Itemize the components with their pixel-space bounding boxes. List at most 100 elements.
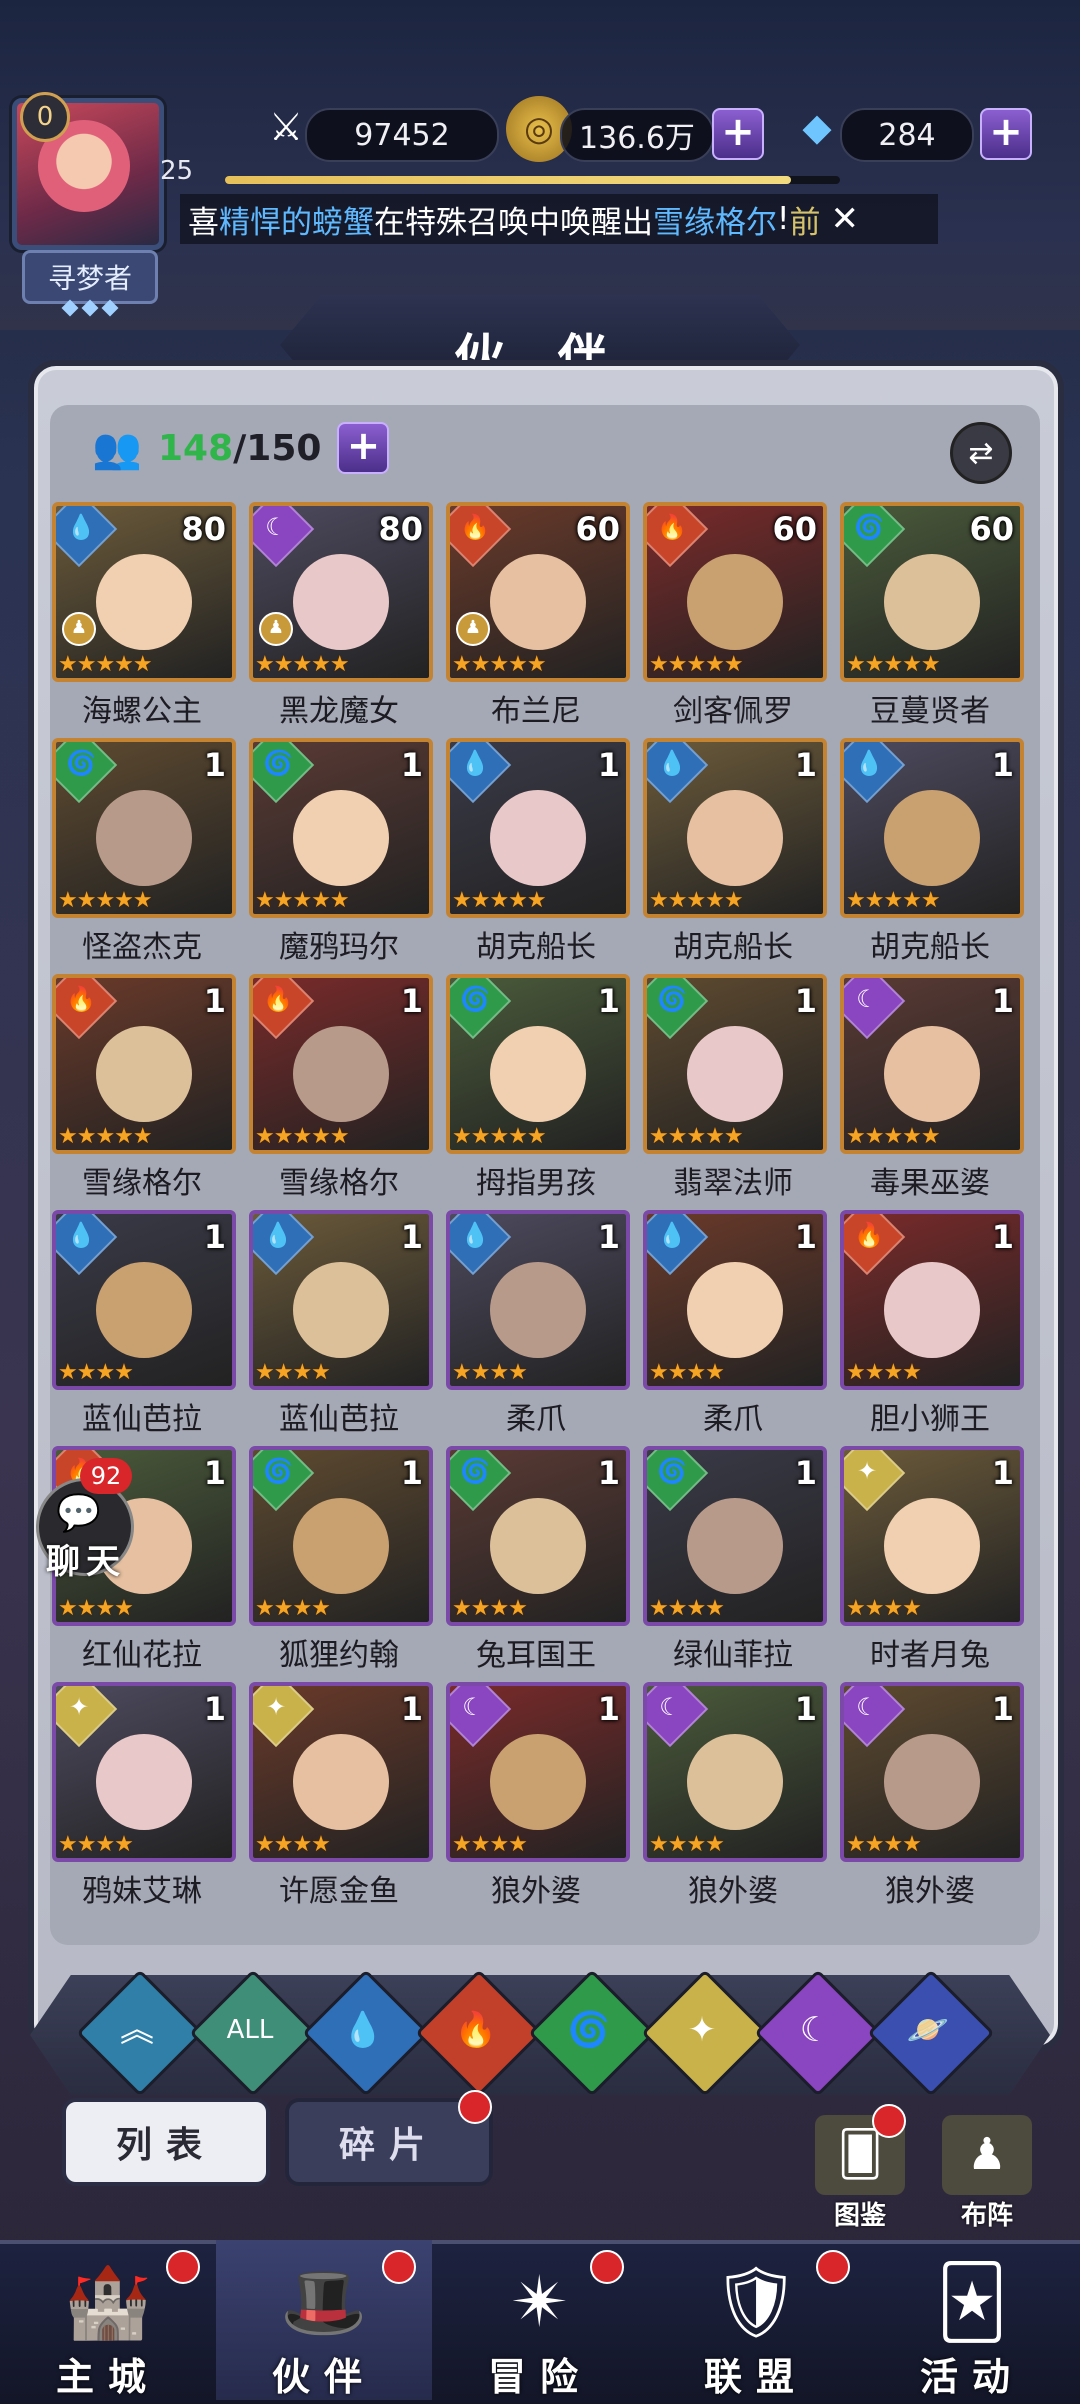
partner-stars: ★★★★ — [846, 1360, 922, 1385]
partners-red-dot — [382, 2250, 416, 2284]
player-title[interactable]: 寻梦者 — [22, 250, 158, 304]
partner-portrait: 💧 1 ★★★★ — [249, 1210, 433, 1390]
partner-portrait: 🌀 1 ★★★★ — [643, 1446, 827, 1626]
partner-portrait: 🌀 1 ★★★★★ — [52, 738, 236, 918]
partner-level: 1 — [794, 1218, 817, 1256]
partner-card[interactable]: ☾ 1 ★★★★ 狼外婆 — [643, 1682, 827, 1918]
partner-card[interactable]: 🌀 1 ★★★★★ 怪盗杰克 — [52, 738, 236, 974]
partner-stars: ★★★★★ — [255, 888, 350, 913]
partner-card[interactable]: ✦ 1 ★★★★ 时者月兔 — [840, 1446, 1024, 1682]
partner-card[interactable]: 🔥 1 ★★★★★ 雪缘格尔 — [52, 974, 236, 1210]
partner-card[interactable]: 💧 80 ♟ ★★★★★ 海螺公主 — [52, 502, 236, 738]
partner-card[interactable]: 🔥 60 ★★★★★ 剑客佩罗 — [643, 502, 827, 738]
partner-portrait: 🌀 60 ★★★★★ — [840, 502, 1024, 682]
partner-name: 狼外婆 — [688, 1874, 778, 1909]
partner-stars: ★★★★★ — [452, 652, 547, 677]
partner-name: 柔爪 — [506, 1402, 566, 1437]
partner-level: 1 — [597, 982, 620, 1020]
crossed-swords-icon[interactable]: ✕ — [830, 199, 859, 239]
filter-void-icon: 🪐 — [906, 2010, 950, 2050]
partner-name: 时者月兔 — [870, 1638, 990, 1673]
partner-stars: ★★★★ — [649, 1832, 725, 1857]
partner-stars: ★★★★★ — [452, 1124, 547, 1149]
castle-red-dot — [166, 2250, 200, 2284]
sort-swap-button[interactable]: ⇄ — [950, 422, 1012, 484]
partner-level: 1 — [794, 982, 817, 1020]
partner-portrait: ☾ 1 ★★★★ — [446, 1682, 630, 1862]
partner-card[interactable]: 💧 1 ★★★★★ 胡克船长 — [643, 738, 827, 974]
partner-card[interactable]: 💧 1 ★★★★★ 胡克船长 — [446, 738, 630, 974]
partner-level: 1 — [597, 1218, 620, 1256]
partner-card[interactable]: 🌀 60 ★★★★★ 豆蔓贤者 — [840, 502, 1024, 738]
nav-events[interactable]: 🃏 活动 — [864, 2240, 1080, 2400]
partner-card[interactable]: 💧 1 ★★★★ 蓝仙芭拉 — [52, 1210, 236, 1446]
broadcast-hero-name: 雪缘格尔 — [653, 204, 777, 241]
partner-card[interactable]: 💧 1 ★★★★★ 胡克船长 — [840, 738, 1024, 974]
partner-card[interactable]: ✦ 1 ★★★★ 鸦妹艾琳 — [52, 1682, 236, 1918]
partner-level: 1 — [794, 1454, 817, 1492]
chat-label: 聊天 — [46, 1542, 126, 1582]
filter-fire-icon: 🔥 — [454, 2010, 498, 2050]
partner-name: 狼外婆 — [885, 1874, 975, 1909]
partner-card[interactable]: 🌀 1 ★★★★ 兔耳国王 — [446, 1446, 630, 1682]
partner-portrait: 🌀 1 ★★★★★ — [249, 738, 433, 918]
partner-stars: ★★★★★ — [58, 888, 153, 913]
partner-name: 翡翠法师 — [673, 1166, 793, 1201]
partner-stars: ★★★★★ — [58, 652, 153, 677]
broadcast-bang: ! — [777, 201, 790, 237]
partner-card[interactable]: 🌀 1 ★★★★ 绿仙菲拉 — [643, 1446, 827, 1682]
partner-portrait: ✦ 1 ★★★★ — [840, 1446, 1024, 1626]
partner-level: 1 — [203, 1218, 226, 1256]
partner-card[interactable]: ☾ 1 ★★★★ 狼外婆 — [840, 1682, 1024, 1918]
diamond-icon: ◆ — [802, 105, 832, 149]
partner-stars: ★★★★★ — [255, 652, 350, 677]
filter-all-icon: ALL — [226, 2015, 274, 2045]
chat-unread-badge: 92 — [80, 1458, 132, 1494]
partner-name: 许愿金鱼 — [279, 1874, 399, 1909]
partner-level: 1 — [991, 746, 1014, 784]
partner-portrait: 💧 1 ★★★★★ — [840, 738, 1024, 918]
partner-card[interactable]: 💧 1 ★★★★ 柔爪 — [643, 1210, 827, 1446]
partner-card[interactable]: 🌀 1 ★★★★★ 翡翠法师 — [643, 974, 827, 1210]
partner-portrait: 🌀 1 ★★★★ — [446, 1446, 630, 1626]
partner-card[interactable]: 🌀 1 ★★★★ 狐狸约翰 — [249, 1446, 433, 1682]
partner-level: 80 — [378, 510, 423, 548]
partner-stars: ★★★★ — [846, 1596, 922, 1621]
partner-level: 1 — [203, 1454, 226, 1492]
partner-card[interactable]: 🔥 1 ★★★★★ 雪缘格尔 — [249, 974, 433, 1210]
partner-level: 1 — [991, 982, 1014, 1020]
partner-card[interactable]: 💧 1 ★★★★ 蓝仙芭拉 — [249, 1210, 433, 1446]
add-gold-button[interactable]: + — [712, 108, 764, 160]
partner-card[interactable]: 💧 1 ★★★★ 柔爪 — [446, 1210, 630, 1446]
partner-stars: ★★★★★ — [649, 1124, 744, 1149]
nav-alliance-label: 联盟 — [703, 2355, 808, 2399]
partner-level: 1 — [400, 982, 423, 1020]
partner-portrait: 🔥 1 ★★★★★ — [52, 974, 236, 1154]
partner-name: 海螺公主 — [82, 694, 202, 729]
add-diamond-button[interactable]: + — [980, 108, 1032, 160]
partner-name: 雪缘格尔 — [82, 1166, 202, 1201]
partner-card[interactable]: ☾ 80 ♟ ★★★★★ 黑龙魔女 — [249, 502, 433, 738]
partner-stars: ★★★★ — [58, 1832, 134, 1857]
partner-portrait: 🔥1★★★★ — [840, 1210, 1024, 1390]
partner-card[interactable]: 🔥 60 ♟ ★★★★★ 布兰尼 — [446, 502, 630, 738]
partner-name: 蓝仙芭拉 — [82, 1402, 202, 1437]
expand-roster-button[interactable]: + — [337, 422, 390, 474]
formation-button[interactable]: ♟ 布阵 — [937, 2115, 1037, 2231]
partner-card[interactable]: ☾ 1 ★★★★ 狼外婆 — [446, 1682, 630, 1918]
tab-list[interactable]: 列表 — [62, 2098, 270, 2186]
partner-portrait: 🌀 1 ★★★★★ — [446, 974, 630, 1154]
chess-formation-icon: ♟ — [942, 2115, 1032, 2195]
partner-portrait: 🔥 60 ♟ ★★★★★ — [446, 502, 630, 682]
partner-card[interactable]: 🔥 1 ★★★★ 胆小狮王 — [840, 1210, 1024, 1446]
partner-stars: ★★★★ — [255, 1832, 331, 1857]
formation-chess-icon: ♟ — [259, 612, 293, 646]
partner-name: 蓝仙芭拉 — [279, 1402, 399, 1437]
partner-card[interactable]: ☾ 1 ★★★★★ 毒果巫婆 — [840, 974, 1024, 1210]
roster-current: 148 — [158, 427, 234, 469]
partner-card[interactable]: 🌀 1 ★★★★★ 魔鸦玛尔 — [249, 738, 433, 974]
partner-card[interactable]: ✦ 1 ★★★★ 许愿金鱼 — [249, 1682, 433, 1918]
nav-events-label: 活动 — [919, 2355, 1024, 2399]
partner-card[interactable]: 🌀 1 ★★★★★ 拇指男孩 — [446, 974, 630, 1210]
partner-portrait: 💧 80 ♟ ★★★★★ — [52, 502, 236, 682]
